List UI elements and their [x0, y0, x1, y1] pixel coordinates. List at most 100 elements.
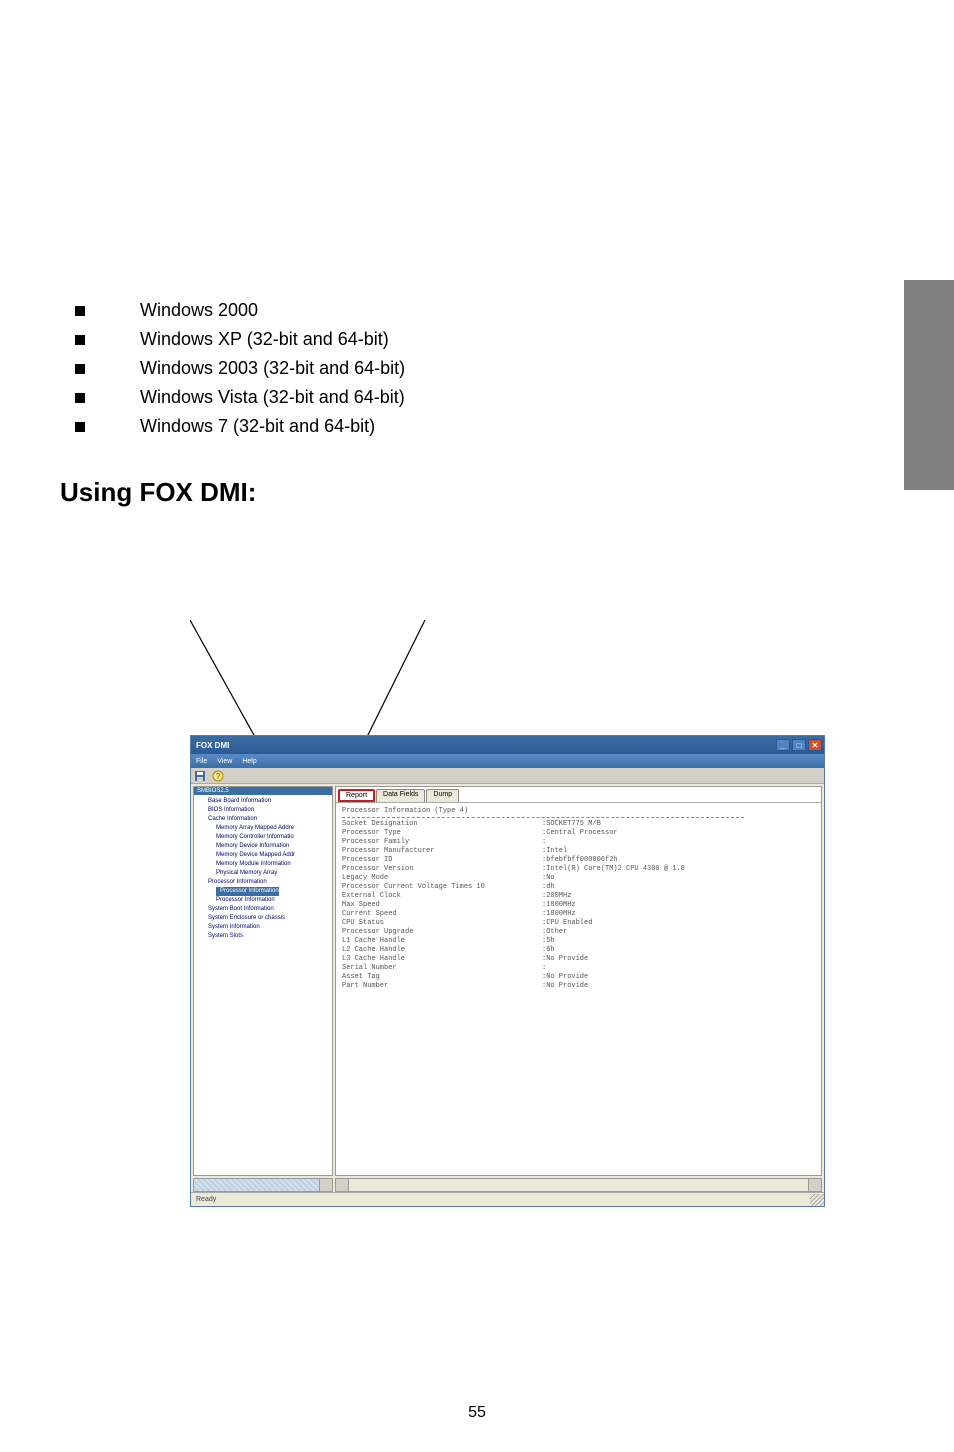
report-row: CPU Status:CPU Enabled: [342, 919, 815, 928]
report-field-name: Processor Family: [342, 838, 542, 847]
report-body: Processor Information (Type 4) Socket De…: [336, 802, 821, 1152]
report-field-name: Processor Upgrade: [342, 928, 542, 937]
tree-item[interactable]: Memory Module Information: [196, 860, 330, 869]
tree-item[interactable]: System Enclosure or chassis: [196, 914, 330, 923]
tree-item[interactable]: Physical Memory Array: [196, 869, 330, 878]
tree-item[interactable]: Cache Information: [196, 815, 330, 824]
report-row: Processor ID:bfebfbff000006f2h: [342, 856, 815, 865]
report-field-name: Serial Number: [342, 964, 542, 973]
tree-item[interactable]: Memory Device Mapped Addr: [196, 851, 330, 860]
report-field-name: Asset Tag: [342, 973, 542, 982]
bullet-icon: [75, 306, 85, 316]
tree-item[interactable]: BIOS Information: [196, 806, 330, 815]
tree-item[interactable]: Processor Information: [196, 896, 330, 905]
tree-item[interactable]: System Information: [196, 923, 330, 932]
section-heading: Using FOX DMI:: [60, 477, 894, 508]
list-item: Windows 7 (32-bit and 64-bit): [75, 416, 894, 437]
tree-item[interactable]: Memory Array Mapped Addre: [196, 824, 330, 833]
fox-dmi-window: FOX DMI _ □ ✕ File View Help ? SMBIOS2.5…: [190, 735, 825, 1207]
report-field-value: :No Provide: [542, 955, 815, 964]
report-field-name: Processor Type: [342, 829, 542, 838]
report-row: Socket Designation:SOCKET775 M/B: [342, 820, 815, 829]
tab-strip: Report Data Fields Dump: [336, 787, 821, 802]
tree-scrollbar[interactable]: [193, 1178, 333, 1192]
tree-item[interactable]: Memory Device Information: [196, 842, 330, 851]
report-field-value: :No: [542, 874, 815, 883]
list-item: Windows XP (32-bit and 64-bit): [75, 329, 894, 350]
tree-header: SMBIOS2.5: [194, 787, 332, 795]
report-field-name: Current Speed: [342, 910, 542, 919]
report-row: Asset Tag:No Provide: [342, 973, 815, 982]
report-row: L2 Cache Handle:6h: [342, 946, 815, 955]
report-row: Processor Type:Central Processor: [342, 829, 815, 838]
tree-item[interactable]: Base Board Information: [196, 797, 330, 806]
report-row: Processor Manufacturer:Intel: [342, 847, 815, 856]
maximize-button[interactable]: □: [792, 739, 806, 751]
list-item-text: Windows 7 (32-bit and 64-bit): [140, 416, 375, 437]
minimize-button[interactable]: _: [776, 739, 790, 751]
menu-file[interactable]: File: [196, 758, 207, 765]
report-field-name: L1 Cache Handle: [342, 937, 542, 946]
report-row: External Clock:200MHz: [342, 892, 815, 901]
tree-panel[interactable]: SMBIOS2.5 Base Board Information BIOS In…: [193, 786, 333, 1176]
main-area: SMBIOS2.5 Base Board Information BIOS In…: [191, 784, 824, 1178]
tree-item-selected[interactable]: Processor Information: [216, 887, 279, 896]
report-field-value: :SOCKET775 M/B: [542, 820, 815, 829]
statusbar: Ready: [191, 1192, 824, 1206]
report-field-name: Processor Version: [342, 865, 542, 874]
menubar: File View Help: [191, 754, 824, 768]
tree-item[interactable]: Processor Information: [196, 878, 330, 887]
report-field-name: Processor Current Voltage Times 10: [342, 883, 542, 892]
toolbar: ?: [191, 768, 824, 784]
report-field-value: :Intel(R) Core(TM)2 CPU 4300 @ 1.8: [542, 865, 815, 874]
report-field-value: :No Provide: [542, 982, 815, 991]
report-field-value: :dh: [542, 883, 815, 892]
tab-dump[interactable]: Dump: [426, 789, 459, 802]
report-field-value: :1800MHz: [542, 910, 815, 919]
help-icon[interactable]: ?: [212, 770, 224, 782]
report-field-name: External Clock: [342, 892, 542, 901]
titlebar: FOX DMI _ □ ✕: [191, 736, 824, 754]
list-item-text: Windows 2000: [140, 300, 258, 321]
tree-item[interactable]: System Boot Information: [196, 905, 330, 914]
report-row: Processor Current Voltage Times 10:dh: [342, 883, 815, 892]
report-field-name: Max Speed: [342, 901, 542, 910]
tab-data-fields[interactable]: Data Fields: [376, 789, 425, 802]
bullet-icon: [75, 422, 85, 432]
report-field-name: CPU Status: [342, 919, 542, 928]
report-scrollbar[interactable]: [335, 1178, 822, 1192]
menu-help[interactable]: Help: [242, 758, 256, 765]
report-field-value: :200MHz: [542, 892, 815, 901]
bullet-icon: [75, 393, 85, 403]
report-field-name: Part Number: [342, 982, 542, 991]
os-support-list: Windows 2000 Windows XP (32-bit and 64-b…: [75, 300, 894, 437]
close-button[interactable]: ✕: [808, 739, 822, 751]
svg-text:?: ?: [216, 772, 221, 781]
report-row: Max Speed:1800MHz: [342, 901, 815, 910]
report-field-name: Processor ID: [342, 856, 542, 865]
report-field-name: Legacy Mode: [342, 874, 542, 883]
report-row: Current Speed:1800MHz: [342, 910, 815, 919]
save-icon[interactable]: [194, 770, 206, 782]
page-number: 55: [0, 1404, 954, 1422]
list-item-text: Windows Vista (32-bit and 64-bit): [140, 387, 405, 408]
status-text: Ready: [196, 1196, 216, 1203]
report-row: Processor Upgrade:Other: [342, 928, 815, 937]
list-item: Windows 2003 (32-bit and 64-bit): [75, 358, 894, 379]
report-field-value: :bfebfbff000006f2h: [542, 856, 815, 865]
tab-report[interactable]: Report: [338, 789, 375, 802]
tree-item[interactable]: Memory Controller Informatio: [196, 833, 330, 842]
list-item-text: Windows XP (32-bit and 64-bit): [140, 329, 389, 350]
list-item-text: Windows 2003 (32-bit and 64-bit): [140, 358, 405, 379]
report-field-value: :5h: [542, 937, 815, 946]
menu-view[interactable]: View: [217, 758, 232, 765]
list-item: Windows 2000: [75, 300, 894, 321]
bullet-icon: [75, 335, 85, 345]
report-row: Processor Version:Intel(R) Core(TM)2 CPU…: [342, 865, 815, 874]
report-field-value: :Other: [542, 928, 815, 937]
report-field-value: :Intel: [542, 847, 815, 856]
window-title: FOX DMI: [196, 741, 229, 750]
resize-grip-icon[interactable]: [810, 1194, 824, 1206]
tree-item[interactable]: System Slots: [196, 932, 330, 941]
report-row: Serial Number:: [342, 964, 815, 973]
